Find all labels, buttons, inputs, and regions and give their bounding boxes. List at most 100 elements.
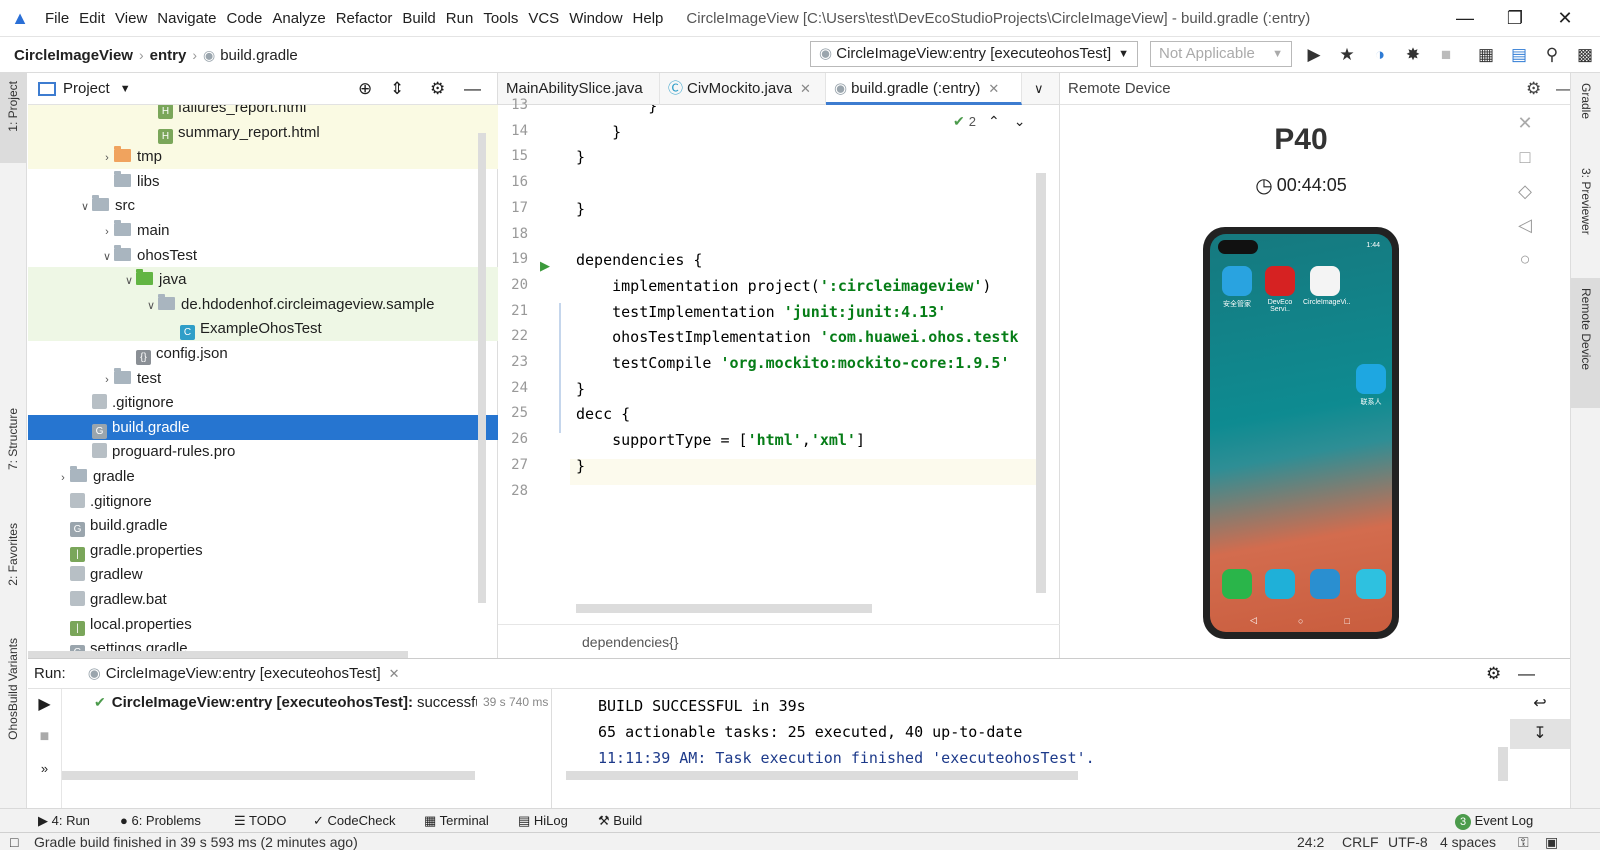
messages-app-icon[interactable]	[1265, 569, 1295, 599]
build-variants-tool-button[interactable]: OhosBuild Variants	[6, 638, 20, 740]
menu-help[interactable]: Help	[628, 0, 669, 37]
device-dropdown[interactable]: Not Applicable ▼	[1150, 41, 1292, 67]
tree-node[interactable]: ∨ java	[28, 267, 498, 293]
stop-icon[interactable]: ■	[28, 721, 61, 753]
tree-node[interactable]: ∨ de.hdodenhof.circleimageview.sample	[28, 291, 498, 319]
memory-icon[interactable]: ▣	[1545, 833, 1558, 851]
tree-node[interactable]: | gradle.properties	[28, 538, 498, 563]
chevron-down-icon[interactable]: ∨	[100, 245, 114, 270]
menu-view[interactable]: View	[110, 0, 152, 37]
tree-node[interactable]: Hfailures_report.html	[28, 105, 498, 120]
code-area[interactable]: } }}} dependencies { implementation proje…	[576, 105, 1046, 624]
profile-icon[interactable]: ◑	[1369, 44, 1391, 66]
locate-icon[interactable]: ⊕	[358, 79, 372, 99]
file-encoding[interactable]: UTF-8	[1388, 833, 1428, 851]
menu-analyze[interactable]: Analyze	[267, 0, 330, 37]
menu-edit[interactable]: Edit	[74, 0, 110, 37]
caret-position[interactable]: 24:2	[1297, 833, 1324, 851]
tree-node[interactable]: C ExampleOhosTest	[28, 316, 498, 342]
menu-build[interactable]: Build	[397, 0, 440, 37]
tree-node[interactable]: libs	[28, 169, 498, 194]
close-tab-icon[interactable]: ✕	[389, 659, 400, 689]
test-tree-hscrollbar[interactable]	[62, 771, 475, 780]
breadcrumb-file[interactable]: build.gradle	[220, 47, 298, 64]
sdk-manager-icon[interactable]: ▩	[1574, 44, 1596, 66]
editor-scrollbar[interactable]	[1036, 173, 1046, 593]
tree-node[interactable]: › tmp	[28, 144, 498, 170]
back-icon[interactable]: ◁	[1250, 615, 1257, 626]
favorites-tool-button[interactable]: 2: Favorites	[6, 523, 20, 586]
close-tab-icon[interactable]: ✕	[800, 81, 811, 96]
run-icon[interactable]: ▶	[1303, 44, 1325, 66]
circleimageview-app-icon[interactable]	[1310, 266, 1340, 296]
chevron-right-icon[interactable]: ›	[56, 466, 70, 491]
tree-node[interactable]: ∨ ohosTest	[28, 243, 498, 268]
run-tab[interactable]: CircleImageView:entry [executeohosTest]	[106, 659, 381, 689]
structure-tool-button[interactable]: 7: Structure	[6, 408, 20, 470]
gradle-tool-button[interactable]: Gradle	[1579, 83, 1593, 119]
breadcrumb-project[interactable]: CircleImageView	[14, 47, 133, 64]
restore-button[interactable]: ❐	[1490, 0, 1540, 37]
tree-node[interactable]: gradlew	[28, 562, 498, 587]
inspection-widget[interactable]: ✔ 2 ⌃ ⌄	[953, 113, 1025, 130]
todo-tool-button[interactable]: ☰ TODO	[234, 809, 286, 833]
hide-panel-icon[interactable]: —	[1518, 659, 1535, 689]
more-icon[interactable]: »	[28, 753, 61, 785]
debug-icon[interactable]: ★	[1336, 44, 1358, 66]
remote-device-tool-button[interactable]: Remote Device	[1571, 278, 1600, 408]
project-structure-icon[interactable]: ▦	[1475, 44, 1497, 66]
indent-setting[interactable]: 4 spaces	[1440, 833, 1496, 851]
tree-node[interactable]: Hsummary_report.html	[28, 119, 498, 145]
run-tool-button[interactable]: ▶ 4: Run	[38, 809, 90, 833]
chevron-down-icon[interactable]: ∨	[144, 294, 158, 319]
dropdown-arrow-icon[interactable]: ▼	[120, 83, 131, 95]
stop-icon[interactable]: ■	[1435, 44, 1457, 66]
tree-node[interactable]: .gitignore	[28, 390, 498, 415]
close-icon[interactable]: ✕	[1510, 113, 1540, 147]
home-icon[interactable]: ○	[1298, 616, 1303, 626]
project-hscrollbar[interactable]	[28, 651, 408, 658]
tree-node[interactable]: .gitignore	[28, 489, 498, 514]
editor-hscrollbar[interactable]	[576, 604, 872, 613]
next-highlight-icon[interactable]: ⌄	[1014, 113, 1026, 130]
device-manager-icon[interactable]: ▤	[1508, 44, 1530, 66]
run-splitter[interactable]	[551, 689, 552, 809]
run-config-dropdown[interactable]: ◉ CircleImageView:entry [executeohosTest…	[810, 41, 1138, 67]
codecheck-tool-button[interactable]: ✓ CodeCheck	[313, 809, 395, 833]
console-hscrollbar[interactable]	[566, 771, 1078, 780]
editor-breadcrumb[interactable]: dependencies{}	[498, 624, 1060, 658]
tree-node[interactable]: ∨ src	[28, 193, 498, 218]
gear-icon[interactable]: ⚙	[1486, 659, 1501, 689]
volume-icon[interactable]: ◇	[1510, 181, 1540, 215]
home-icon[interactable]: ○	[1510, 249, 1540, 283]
project-scrollbar[interactable]	[478, 133, 486, 603]
status-message[interactable]: Gradle build finished in 39 s 593 ms (2 …	[34, 833, 358, 851]
project-tool-button[interactable]: 1: Project	[0, 73, 27, 163]
scroll-to-end-icon[interactable]: ↧	[1510, 719, 1570, 749]
tree-node[interactable]: › gradle	[28, 464, 498, 489]
previewer-tool-button[interactable]: 3: Previewer	[1579, 168, 1593, 235]
menu-file[interactable]: File	[40, 0, 74, 37]
test-result-row[interactable]: ✔ CircleImageView:entry [executeohosTest…	[94, 689, 574, 715]
camera-app-icon[interactable]	[1356, 569, 1386, 599]
menu-tools[interactable]: Tools	[478, 0, 523, 37]
close-tab-icon[interactable]: ✕	[988, 81, 999, 96]
recents-icon[interactable]: □	[1345, 616, 1350, 626]
back-icon[interactable]: ◁	[1510, 215, 1540, 249]
phone-screen[interactable]: 1:44 安全管家 DevEco Servi.. CircleImageVi..…	[1210, 234, 1392, 632]
tree-node[interactable]: gradlew.bat	[28, 587, 498, 612]
deveco-app-icon[interactable]	[1265, 266, 1295, 296]
tree-node[interactable]: | local.properties	[28, 612, 498, 637]
breadcrumb-module[interactable]: entry	[150, 47, 187, 64]
tree-node[interactable]: › test	[28, 366, 498, 391]
menu-navigate[interactable]: Navigate	[152, 0, 221, 37]
search-icon[interactable]: ⚲	[1541, 44, 1563, 66]
menu-window[interactable]: Window	[564, 0, 627, 37]
project-view-selector[interactable]: Project	[63, 80, 110, 97]
chevron-down-icon[interactable]: ∨	[78, 195, 92, 220]
minimize-button[interactable]: —	[1440, 0, 1490, 37]
browser-app-icon[interactable]	[1310, 569, 1340, 599]
status-panel-icon[interactable]: □	[10, 833, 18, 851]
tree-node[interactable]: {} config.json	[28, 341, 498, 366]
line-separator[interactable]: CRLF	[1342, 833, 1379, 851]
